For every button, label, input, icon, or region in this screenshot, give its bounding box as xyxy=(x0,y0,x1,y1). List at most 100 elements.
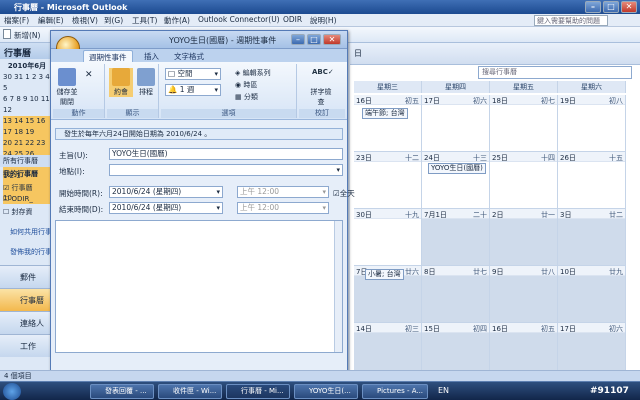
event-yoyo-birthday[interactable]: YOYO生日(國曆) xyxy=(428,163,486,174)
lunar-day: 初六 xyxy=(609,325,623,333)
save-close-button[interactable]: 儲存並關閉 xyxy=(55,68,79,107)
day-cell[interactable]: 2日 廿一 xyxy=(490,209,558,266)
categorize-button[interactable]: ▦ 分類 xyxy=(235,92,258,102)
day-cell[interactable]: 9日 廿八 xyxy=(490,266,558,323)
tab-insert[interactable]: 插入 xyxy=(139,50,164,62)
language-indicator[interactable]: EN xyxy=(438,386,449,395)
mini-cal-week[interactable]: 6 7 8 9 10 11 12 xyxy=(3,94,51,116)
menu-edit[interactable]: 編輯(E) xyxy=(38,15,64,26)
menu-help[interactable]: 說明(H) xyxy=(310,15,337,26)
schedule-button[interactable]: 排程 xyxy=(134,68,158,97)
outlook-title-bar: 行事曆 - Microsoft Outlook – □ ✕ xyxy=(0,0,640,14)
day-cell[interactable]: 3日 廿二 xyxy=(558,209,626,266)
schedule-icon xyxy=(137,68,155,86)
tab-day[interactable]: 日 xyxy=(354,48,362,59)
end-time-field[interactable]: 上午 12:00 xyxy=(237,202,329,214)
lunar-day: 十五 xyxy=(609,154,623,162)
tab-format-text[interactable]: 文字格式 xyxy=(169,50,209,62)
day-cell[interactable]: 19日 初八 xyxy=(558,95,626,152)
mini-cal-week[interactable]: 30 31 1 2 3 4 5 xyxy=(3,72,51,94)
event-minor-heat[interactable]: 小暑; 台灣 xyxy=(365,269,404,280)
vertical-scrollbar[interactable] xyxy=(334,221,342,352)
day-number: 14日 xyxy=(356,325,372,333)
nav-mail-button[interactable]: 郵件 xyxy=(0,265,55,288)
menu-actions[interactable]: 動作(A) xyxy=(164,15,190,26)
all-day-checkbox[interactable]: ☑全天 xyxy=(333,188,355,199)
dialog-maximize-button[interactable]: □ xyxy=(307,34,321,45)
group-label: 動作 xyxy=(53,109,104,118)
calendar-item-odir[interactable]: ☐ ODIR_ xyxy=(3,195,33,203)
delete-icon[interactable]: ✕ xyxy=(85,70,93,80)
day-header: 星期三 xyxy=(354,81,422,93)
location-label: 地點(I): xyxy=(59,167,85,176)
day-cell[interactable]: 30日 十九 xyxy=(354,209,422,266)
minimize-button[interactable]: – xyxy=(585,1,601,13)
day-cell[interactable]: 23日 十二 xyxy=(354,152,422,209)
spelling-button[interactable]: ABC✓ 拼字檢查 xyxy=(309,68,334,107)
menu-file[interactable]: 檔案(F) xyxy=(4,15,29,26)
publish-calendar-link[interactable]: 發佈我的行事 xyxy=(10,247,52,257)
watermark: #91107 xyxy=(590,386,629,396)
all-calendars-header[interactable]: 所有行事曆 xyxy=(0,155,55,167)
menu-tools[interactable]: 工具(T) xyxy=(132,15,157,26)
appointment-dialog: YOYO生日(國曆) - 週期性事件 – □ ✕ 週期性事件 插入 文字格式 儲… xyxy=(50,30,355,372)
day-cell[interactable]: 8日 廿七 xyxy=(422,266,490,323)
taskbar-item[interactable]: 發表回覆 - ... xyxy=(90,384,154,399)
lunar-day: 廿一 xyxy=(541,211,555,219)
calendar-item-label: ODIR_ xyxy=(11,195,33,203)
day-cell[interactable]: 16日 初五 xyxy=(354,95,422,152)
new-button[interactable]: 新增(N) xyxy=(14,30,40,41)
timezone-button[interactable]: ◉ 時區 xyxy=(235,80,257,90)
reminder-select[interactable]: 🔔 1 週 xyxy=(165,84,221,96)
calendar-search-input[interactable]: 搜尋行事曆 xyxy=(478,66,632,79)
nav-calendar-button[interactable]: 行事曆 xyxy=(0,288,55,311)
mini-cal-week[interactable]: 13 14 15 16 17 18 19 xyxy=(3,116,51,138)
calendar-item-main[interactable]: ☑ 行事曆 xyxy=(3,183,55,193)
spelling-icon: ABC✓ xyxy=(312,68,334,76)
month-grid: 16日 初五 17日 初六 18日 初七 19日 初八 23日 十二 24日 十三 25日 十四 26日 十五… xyxy=(354,95,626,380)
share-calendar-link[interactable]: 如何共用行事 xyxy=(10,227,52,237)
ribbon: 儲存並關閉 ✕ 動作 約會 排程 顯示 □ 空閒 🔔 1 週 ◈ 編輯系列 ◉ … xyxy=(51,62,347,120)
day-cell[interactable]: 18日 初七 xyxy=(490,95,558,152)
start-date-field[interactable]: 2010/6/24 (星期四) xyxy=(109,186,223,198)
dialog-close-button[interactable]: ✕ xyxy=(323,34,341,45)
taskbar-item[interactable]: YOYO生日(... xyxy=(294,384,358,399)
event-dragon-boat[interactable]: 端午節; 台灣 xyxy=(362,108,408,119)
lunar-day: 廿八 xyxy=(541,268,555,276)
calendar-view-tabs: 日 xyxy=(350,43,640,65)
tab-recurrence[interactable]: 週期性事件 xyxy=(83,50,133,62)
edit-series-button[interactable]: ◈ 編輯系列 xyxy=(235,68,271,78)
day-cell[interactable]: 17日 初六 xyxy=(422,95,490,152)
location-field[interactable] xyxy=(109,164,343,176)
menu-go[interactable]: 到(G) xyxy=(104,15,123,26)
taskbar-item[interactable]: Pictures - A... xyxy=(362,384,428,399)
taskbar-item[interactable]: 收件匣 - Wi... xyxy=(158,384,222,399)
end-date-field[interactable]: 2010/6/24 (星期四) xyxy=(109,202,223,214)
day-cell[interactable]: 25日 十四 xyxy=(490,152,558,209)
nav-contacts-button[interactable]: 連絡人 xyxy=(0,311,55,334)
day-cell[interactable]: 10日 廿九 xyxy=(558,266,626,323)
lunar-day: 十二 xyxy=(405,154,419,162)
menu-odir[interactable]: ODIR xyxy=(283,15,302,24)
day-number: 3日 xyxy=(560,211,572,219)
nav-tasks-button[interactable]: 工作 xyxy=(0,334,55,357)
start-time-field[interactable]: 上午 12:00 xyxy=(237,186,329,198)
notes-body[interactable] xyxy=(55,220,343,353)
subject-field[interactable]: YOYO生日(國曆) xyxy=(109,148,343,160)
menu-outlook-connector[interactable]: Outlook Connector(U) xyxy=(198,15,280,24)
day-number: 16日 xyxy=(356,97,372,105)
taskbar-item-active[interactable]: 行事曆 - Mi... xyxy=(226,384,290,399)
maximize-button[interactable]: □ xyxy=(603,1,619,13)
calendar-item-archive[interactable]: ☐ 封存資 xyxy=(3,207,33,217)
help-search-input[interactable]: 鍵入需要幫助的問題 xyxy=(534,15,608,26)
show-as-select[interactable]: □ 空閒 xyxy=(165,68,221,80)
dialog-minimize-button[interactable]: – xyxy=(291,34,305,45)
close-button[interactable]: ✕ xyxy=(621,1,637,13)
day-cell[interactable]: 26日 十五 xyxy=(558,152,626,209)
start-button[interactable] xyxy=(3,383,21,400)
day-cell[interactable]: 24日 十三 xyxy=(422,152,490,209)
appointment-button[interactable]: 約會 xyxy=(109,68,133,97)
day-cell[interactable]: 7月1日 二十 xyxy=(422,209,490,266)
menu-view[interactable]: 檢視(V) xyxy=(72,15,98,26)
menu-bar: 檔案(F) 編輯(E) 檢視(V) 到(G) 工具(T) 動作(A) Outlo… xyxy=(0,14,640,27)
